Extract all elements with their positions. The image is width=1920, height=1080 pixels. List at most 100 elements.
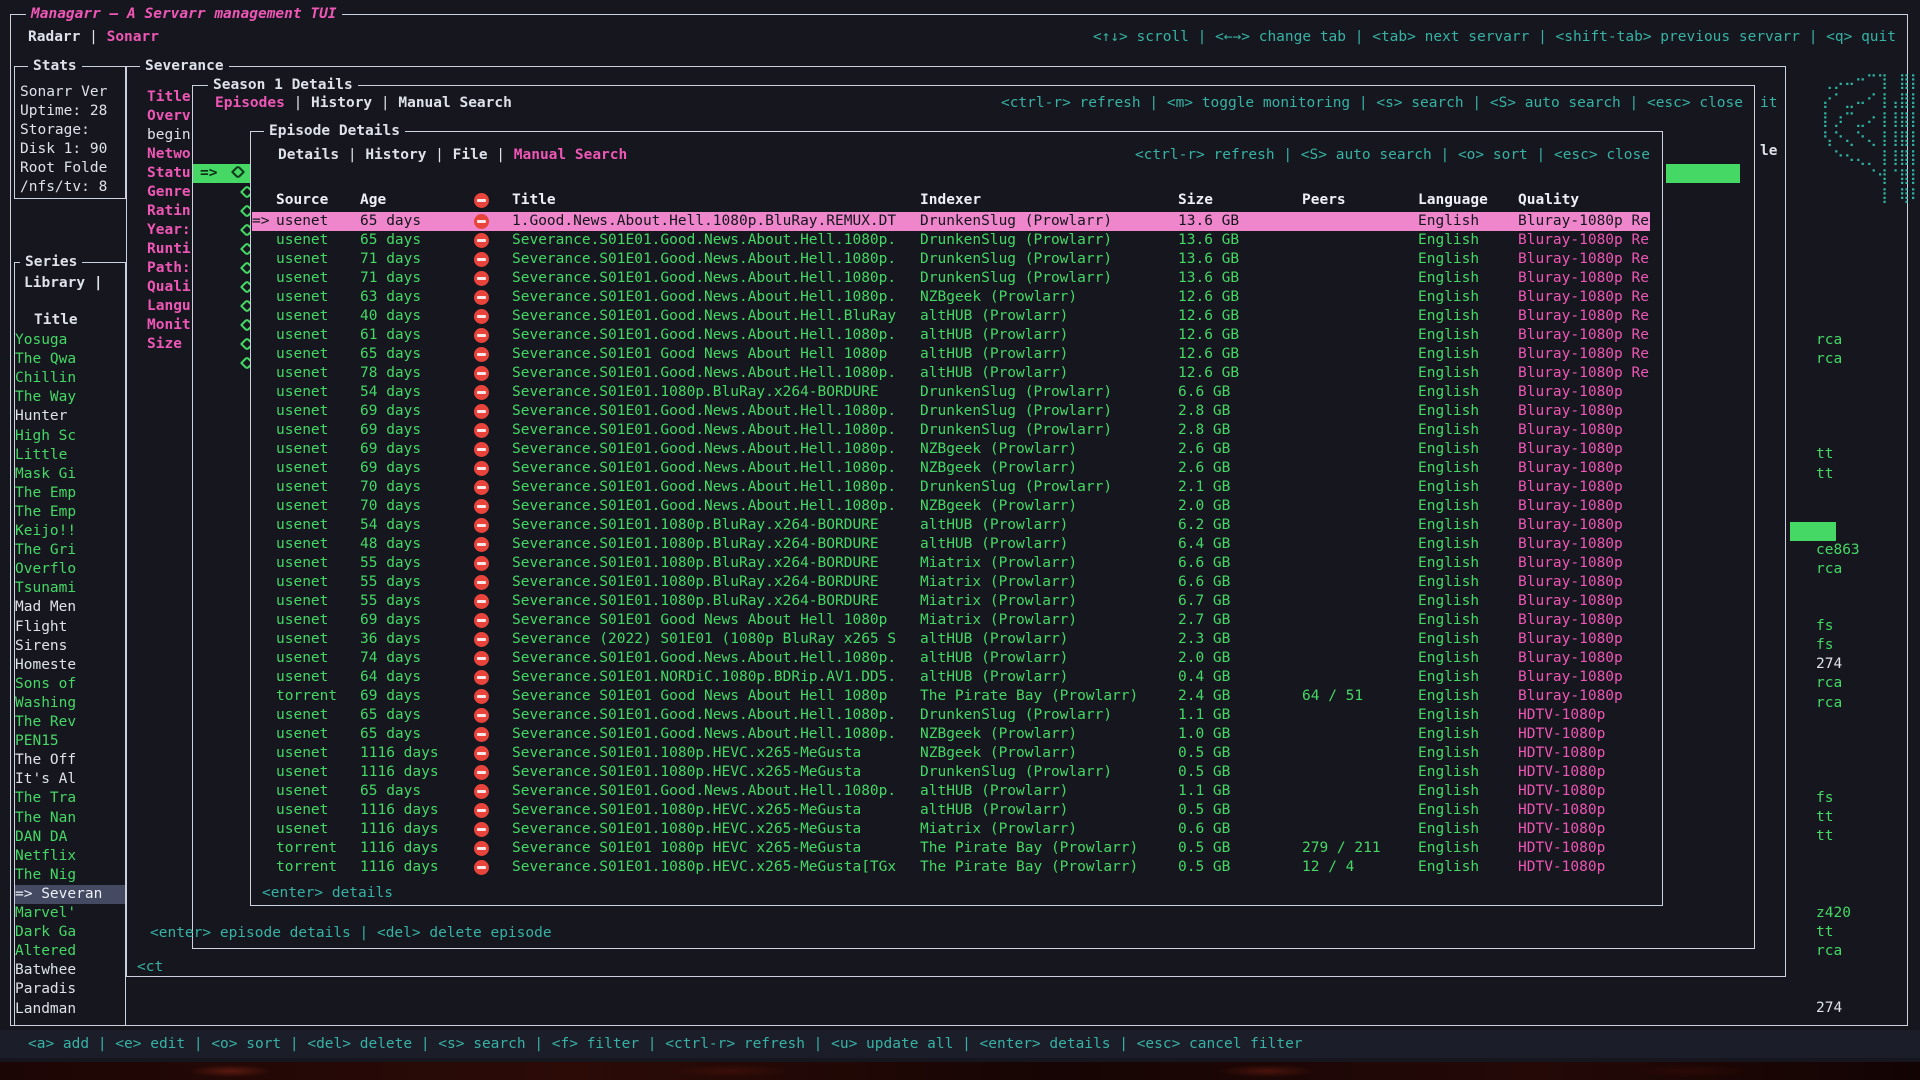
severance-field-row[interactable]: Size xyxy=(147,335,182,354)
release-row[interactable]: usenet70 daysSeverance.S01E01.Good.News.… xyxy=(252,497,1650,516)
series-list-item[interactable]: Little xyxy=(15,446,125,465)
release-row[interactable]: usenet74 daysSeverance.S01E01.Good.News.… xyxy=(252,649,1650,668)
series-list-item[interactable]: Chillin xyxy=(15,369,125,388)
severance-field-row[interactable]: Statu xyxy=(147,164,191,183)
series-list-item[interactable]: It's Al xyxy=(15,770,125,789)
release-row[interactable]: usenet65 daysSeverance.S01E01 Good News … xyxy=(252,345,1650,364)
series-list-item[interactable]: Mask Gi xyxy=(15,465,125,484)
episode-tab-history[interactable]: History xyxy=(365,147,426,163)
release-row[interactable]: usenet1116 daysSeverance.S01E01.1080p.HE… xyxy=(252,763,1650,782)
series-list-item[interactable]: Paradis xyxy=(15,980,125,999)
season-tab-episodes[interactable]: Episodes xyxy=(215,95,285,111)
series-list-item[interactable]: The Qwa xyxy=(15,350,125,369)
severance-field-row[interactable]: Ratin xyxy=(147,202,191,221)
series-list-item[interactable]: Yosuga xyxy=(15,331,125,350)
series-list-item[interactable]: The Gri xyxy=(15,541,125,560)
series-list-item[interactable]: Tsunami xyxy=(15,579,125,598)
series-list-item[interactable]: Mad Men xyxy=(15,598,125,617)
release-row[interactable]: usenet1116 daysSeverance.S01E01.1080p.HE… xyxy=(252,744,1650,763)
series-list-item[interactable]: The Tra xyxy=(15,789,125,808)
series-list-item-selected[interactable]: => Severan xyxy=(15,885,125,904)
release-row[interactable]: usenet71 daysSeverance.S01E01.Good.News.… xyxy=(252,269,1650,288)
release-row[interactable]: usenet54 daysSeverance.S01E01.1080p.BluR… xyxy=(252,516,1650,535)
episode-tab-file[interactable]: File xyxy=(453,147,488,163)
series-list-item[interactable]: Keijo!! xyxy=(15,522,125,541)
cell-source: usenet xyxy=(276,668,360,687)
release-row[interactable]: usenet65 daysSeverance.S01E01.Good.News.… xyxy=(252,782,1650,801)
release-row[interactable]: usenet69 daysSeverance.S01E01.Good.News.… xyxy=(252,402,1650,421)
release-row[interactable]: usenet69 daysSeverance.S01E01.Good.News.… xyxy=(252,459,1650,478)
release-row[interactable]: usenet63 daysSeverance.S01E01.Good.News.… xyxy=(252,288,1650,307)
series-list-item[interactable]: Landman xyxy=(15,1000,125,1019)
severance-field-row[interactable]: Overv xyxy=(147,107,191,126)
series-list-item[interactable]: Batwhee xyxy=(15,961,125,980)
series-list-item[interactable]: The Off xyxy=(15,751,125,770)
cell-peers xyxy=(1302,668,1418,687)
release-row[interactable]: usenet69 daysSeverance S01E01 Good News … xyxy=(252,611,1650,630)
release-row[interactable]: torrent1116 daysSeverance S01E01 1080p H… xyxy=(252,839,1650,858)
series-list-item[interactable]: The Rev xyxy=(15,713,125,732)
series-list-item[interactable]: The Nig xyxy=(15,866,125,885)
severance-field-row[interactable]: Netwo xyxy=(147,145,191,164)
series-list-item[interactable]: Sons of xyxy=(15,675,125,694)
release-row[interactable]: usenet54 daysSeverance.S01E01.1080p.BluR… xyxy=(252,383,1650,402)
series-list-item[interactable]: Marvel' xyxy=(15,904,125,923)
cell-peers xyxy=(1302,307,1418,326)
series-list-item[interactable]: Homeste xyxy=(15,656,125,675)
season-tab-history[interactable]: History xyxy=(311,95,372,111)
release-row[interactable]: usenet55 daysSeverance.S01E01.1080p.BluR… xyxy=(252,573,1650,592)
release-row[interactable]: usenet70 daysSeverance.S01E01.Good.News.… xyxy=(252,478,1650,497)
release-row[interactable]: usenet69 daysSeverance.S01E01.Good.News.… xyxy=(252,440,1650,459)
release-row[interactable]: usenet36 daysSeverance (2022) S01E01 (10… xyxy=(252,630,1650,649)
series-tab-library[interactable]: Library | xyxy=(24,274,103,293)
season-selected-episode-row[interactable]: => xyxy=(193,164,250,183)
release-row[interactable]: usenet1116 daysSeverance.S01E01.1080p.HE… xyxy=(252,801,1650,820)
severance-field-row[interactable]: Path: xyxy=(147,259,191,278)
app-tab-radarr[interactable]: Radarr xyxy=(28,29,80,45)
release-row[interactable]: torrent1116 daysSeverance.S01E01.1080p.H… xyxy=(252,858,1650,877)
release-row[interactable]: usenet48 daysSeverance.S01E01.1080p.BluR… xyxy=(252,535,1650,554)
episode-tab-manual-search[interactable]: Manual Search xyxy=(514,147,628,163)
release-row[interactable]: usenet55 daysSeverance.S01E01.1080p.BluR… xyxy=(252,554,1650,573)
season-tab-manual-search[interactable]: Manual Search xyxy=(398,95,512,111)
no-grab-cell xyxy=(464,231,512,250)
app-tab-sonarr[interactable]: Sonarr xyxy=(107,29,159,45)
series-list-item[interactable]: Sirens xyxy=(15,637,125,656)
release-row[interactable]: =>usenet65 days1.Good.News.About.Hell.10… xyxy=(252,212,1650,231)
release-row[interactable]: usenet65 daysSeverance.S01E01.Good.News.… xyxy=(252,231,1650,250)
severance-field-row[interactable]: Genre xyxy=(147,183,191,202)
series-list-item[interactable]: Flight xyxy=(15,618,125,637)
release-row[interactable]: usenet71 daysSeverance.S01E01.Good.News.… xyxy=(252,250,1650,269)
release-row[interactable]: torrent69 daysSeverance S01E01 Good News… xyxy=(252,687,1650,706)
severance-field-row[interactable]: Langu xyxy=(147,297,191,316)
series-list-item[interactable]: Overflo xyxy=(15,560,125,579)
release-row[interactable]: usenet55 daysSeverance.S01E01.1080p.BluR… xyxy=(252,592,1650,611)
series-list-item[interactable]: DAN DA xyxy=(15,828,125,847)
series-list-item[interactable]: The Way xyxy=(15,388,125,407)
series-list-item[interactable]: The Emp xyxy=(15,503,125,522)
series-list-item[interactable]: Netflix xyxy=(15,847,125,866)
release-row[interactable]: usenet64 daysSeverance.S01E01.NORDiC.108… xyxy=(252,668,1650,687)
series-list-item[interactable]: Hunter xyxy=(15,407,125,426)
release-row[interactable]: usenet40 daysSeverance.S01E01.Good.News.… xyxy=(252,307,1650,326)
release-row[interactable]: usenet69 daysSeverance.S01E01.Good.News.… xyxy=(252,421,1650,440)
severance-field-row[interactable]: Title xyxy=(147,88,191,107)
series-list-item[interactable]: The Nan xyxy=(15,809,125,828)
release-row[interactable]: usenet61 daysSeverance.S01E01.Good.News.… xyxy=(252,326,1650,345)
series-list-item[interactable]: Washing xyxy=(15,694,125,713)
severance-field-row[interactable]: Year: xyxy=(147,221,191,240)
series-list-item[interactable]: Altered xyxy=(15,942,125,961)
series-list-item[interactable]: Dark Ga xyxy=(15,923,125,942)
severance-field-row[interactable]: Quali xyxy=(147,278,191,297)
series-list-item[interactable]: PEN15 xyxy=(15,732,125,751)
release-row[interactable]: usenet1116 daysSeverance.S01E01.1080p.HE… xyxy=(252,820,1650,839)
series-list-item[interactable]: The Emp xyxy=(15,484,125,503)
series-list-item[interactable]: High Sc xyxy=(15,427,125,446)
release-row[interactable]: usenet65 daysSeverance.S01E01.Good.News.… xyxy=(252,706,1650,725)
cell-quality: Bluray-1080p xyxy=(1518,687,1650,706)
episode-tab-details[interactable]: Details xyxy=(278,147,339,163)
release-row[interactable]: usenet65 daysSeverance.S01E01.Good.News.… xyxy=(252,725,1650,744)
severance-field-row[interactable]: Monit xyxy=(147,316,191,335)
release-row[interactable]: usenet78 daysSeverance.S01E01.Good.News.… xyxy=(252,364,1650,383)
severance-field-row[interactable]: Runti xyxy=(147,240,191,259)
